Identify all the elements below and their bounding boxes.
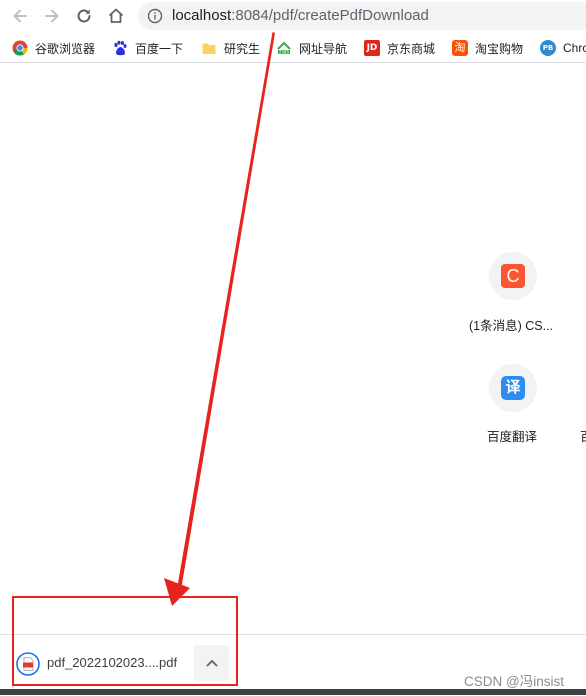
csdn-icon-text: C (506, 266, 520, 286)
taobao-icon: 淘 (452, 40, 468, 56)
svg-text:2345: 2345 (279, 49, 290, 54)
bookmark-baidu[interactable]: 百度一下 (112, 38, 183, 58)
annotation-overlay (12, 32, 275, 686)
home-button[interactable] (104, 4, 128, 28)
bookmark-taobao[interactable]: 淘 淘宝购物 (452, 38, 523, 58)
address-bar[interactable]: localhost:8084/pdf/createPdfDownload (138, 2, 586, 30)
2345-icon: 2345 (276, 40, 292, 56)
reload-button[interactable] (72, 4, 96, 28)
browser-toolbar: localhost:8084/pdf/createPdfDownload (0, 0, 586, 32)
shortcut-label-partial[interactable]: 百 (580, 426, 586, 445)
pdf-file-icon (16, 652, 40, 676)
bookmark-folder[interactable]: 研究生 (201, 38, 260, 58)
chevron-up-icon (206, 659, 217, 667)
baidu-translate-icon: 译 (501, 376, 525, 400)
home-icon (108, 8, 124, 23)
bookmark-chrome[interactable]: 谷歌浏览器 (12, 38, 95, 58)
bookmark-label: 淘宝购物 (475, 41, 524, 56)
baidu-paw-icon (112, 40, 128, 56)
bottom-edge (0, 689, 586, 695)
bookmark-jd[interactable]: JD 京东商城 (364, 38, 435, 58)
csdn-watermark: CSDN @冯insist (464, 674, 564, 689)
chrome-icon (12, 40, 28, 56)
forward-button[interactable] (40, 4, 64, 28)
taobao-icon-text: 淘 (454, 42, 466, 54)
back-button[interactable] (8, 4, 32, 28)
bookmark-label: 网址导航 (299, 41, 348, 56)
folder-icon (201, 40, 217, 56)
bookmarks-bar: 谷歌浏览器 百度一下 研究生 2345 网址导航 JD 京东商城 淘 淘宝购物 … (0, 34, 586, 63)
pb-icon-text: PB (542, 44, 554, 52)
forward-arrow-icon (45, 9, 59, 23)
bookmark-label: Chro (563, 41, 586, 55)
annotation-arrow-shaft (177, 32, 275, 590)
shortcut-label[interactable]: 百度翻译 (487, 426, 537, 445)
url-path: :8084/pdf/createPdfDownload (231, 7, 429, 24)
jd-icon: JD (364, 40, 380, 56)
bookmark-label: 京东商城 (387, 41, 436, 56)
pb-icon: PB (540, 40, 556, 56)
jd-icon-text: JD (366, 43, 378, 53)
back-arrow-icon (13, 9, 27, 23)
bookmark-label: 谷歌浏览器 (35, 41, 96, 56)
csdn-icon: C (501, 264, 525, 288)
shortcut-csdn[interactable]: C (489, 252, 537, 300)
url-host: localhost (172, 7, 232, 24)
reload-icon (77, 9, 91, 23)
bookmark-label: 研究生 (224, 41, 261, 56)
download-options-button[interactable] (194, 645, 229, 681)
url-text[interactable]: localhost:8084/pdf/createPdfDownload (172, 7, 429, 25)
shortcut-label[interactable]: (1条消息) CS... (469, 315, 553, 334)
download-filename[interactable]: pdf_2022102023....pdf (47, 655, 177, 670)
translate-icon-text: 译 (505, 379, 521, 396)
bookmark-chrome-pb[interactable]: PB Chro (540, 38, 586, 58)
annotation-arrow-head (164, 578, 190, 606)
bookmark-2345[interactable]: 2345 网址导航 (276, 38, 347, 58)
shortcut-baidu-translate[interactable]: 译 (489, 364, 537, 412)
bookmark-label: 百度一下 (135, 41, 184, 56)
site-info-icon[interactable] (147, 8, 163, 24)
